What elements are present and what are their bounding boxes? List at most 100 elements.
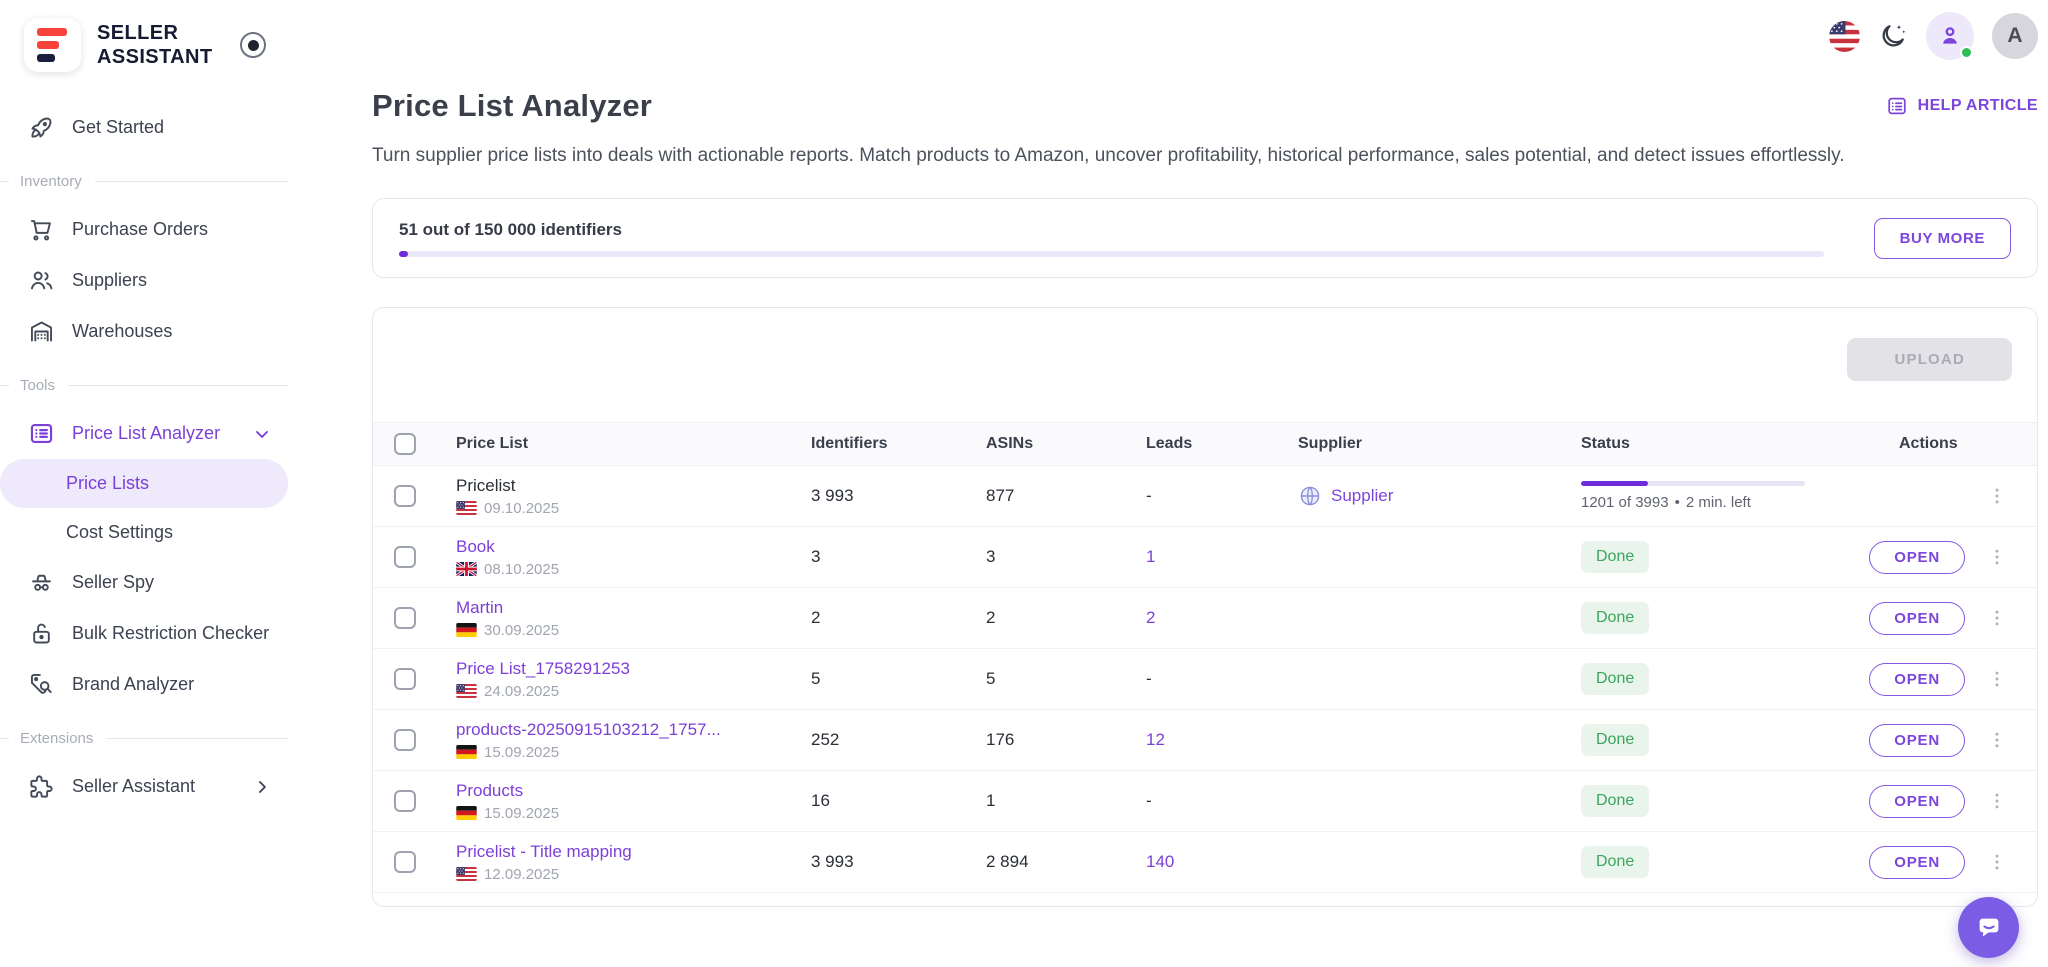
supplier-link[interactable]: Supplier (1331, 486, 1393, 506)
kebab-menu-icon[interactable] (1987, 849, 2007, 875)
help-article-link[interactable]: HELP ARTICLE (1886, 95, 2038, 117)
leads-value: - (1127, 486, 1279, 506)
asins-value: 1 (967, 791, 1127, 811)
row-checkbox[interactable] (394, 668, 416, 690)
status-badge: Done (1581, 663, 1649, 695)
sidebar-item-price-list-analyzer[interactable]: Price List Analyzer (0, 408, 288, 459)
account-button[interactable] (1926, 12, 1974, 60)
sidebar-item-label: Get Started (72, 117, 164, 138)
identifiers-value: 252 (792, 730, 967, 750)
collapse-sidebar-icon[interactable] (240, 32, 266, 58)
kebab-menu-icon[interactable] (1987, 788, 2007, 814)
person-icon (1937, 23, 1963, 49)
sidebar: SELLERASSISTANT Get Started Inventory Pu… (0, 0, 288, 967)
sidebar-item-label: Seller Spy (72, 572, 154, 593)
sidebar-item-label: Suppliers (72, 270, 147, 291)
open-button[interactable]: OPEN (1869, 602, 1965, 635)
asins-value: 3 (967, 547, 1127, 567)
sidebar-item-bulk-restriction-checker[interactable]: Bulk Restriction Checker (0, 608, 288, 659)
upload-button[interactable]: UPLOAD (1847, 338, 2012, 381)
page-title: Price List Analyzer (372, 88, 652, 124)
identifiers-value: 3 993 (792, 486, 967, 506)
sidebar-item-brand-analyzer[interactable]: Brand Analyzer (0, 659, 288, 710)
sidebar-item-label: Price Lists (66, 473, 149, 494)
status-badge: Done (1581, 785, 1649, 817)
price-list-name[interactable]: Martin (456, 598, 792, 618)
sidebar-item-label: Cost Settings (66, 522, 173, 543)
language-flag-icon[interactable] (1829, 21, 1860, 52)
sidebar-item-suppliers[interactable]: Suppliers (0, 255, 288, 306)
row-checkbox[interactable] (394, 729, 416, 751)
leads-link[interactable]: 1 (1146, 547, 1155, 566)
buy-more-button[interactable]: BUY MORE (1874, 218, 2011, 259)
price-list-date: 12.09.2025 (484, 866, 559, 883)
price-list-name[interactable]: products-20250915103212_1757... (456, 720, 792, 740)
leads-link[interactable]: 12 (1146, 730, 1165, 749)
sidebar-item-label: Bulk Restriction Checker (72, 623, 269, 644)
kebab-menu-icon[interactable] (1987, 605, 2007, 631)
identifiers-value: 3 993 (792, 852, 967, 872)
open-button[interactable]: OPEN (1869, 724, 1965, 757)
price-list-name[interactable]: Products (456, 781, 792, 801)
sidebar-item-purchase-orders[interactable]: Purchase Orders (0, 204, 288, 255)
brand: SELLERASSISTANT (0, 14, 288, 76)
price-list-name[interactable]: Pricelist - Title mapping (456, 842, 792, 862)
chevron-down-icon (252, 424, 272, 444)
kebab-menu-icon[interactable] (1987, 727, 2007, 753)
sidebar-item-price-lists[interactable]: Price Lists (0, 459, 288, 508)
row-checkbox[interactable] (394, 790, 416, 812)
price-list-date: 30.09.2025 (484, 622, 559, 639)
open-button[interactable]: OPEN (1869, 663, 1965, 696)
sidebar-item-seller-spy[interactable]: Seller Spy (0, 557, 288, 608)
asins-value: 877 (967, 486, 1127, 506)
table-toolbar: UPLOAD (373, 308, 2037, 422)
leads-value: - (1127, 669, 1279, 689)
people-icon (28, 267, 55, 294)
open-button[interactable]: OPEN (1869, 785, 1965, 818)
column-header-identifiers: Identifiers (792, 435, 967, 453)
quota-progress-fill (399, 251, 408, 257)
leads-link[interactable]: 2 (1146, 608, 1155, 627)
sidebar-item-label: Warehouses (72, 321, 172, 342)
kebab-menu-icon[interactable] (1987, 544, 2007, 570)
kebab-menu-icon[interactable] (1987, 483, 2007, 509)
sidebar-item-label: Price List Analyzer (72, 423, 220, 444)
marketplace-flag-icon (456, 623, 477, 637)
sidebar-item-warehouses[interactable]: Warehouses (0, 306, 288, 357)
globe-icon (1298, 484, 1322, 508)
price-list-name[interactable]: Price List_1758291253 (456, 659, 792, 679)
kebab-menu-icon[interactable] (1987, 666, 2007, 692)
warehouse-icon (28, 318, 55, 345)
quota-label: 51 out of 150 000 identifiers (399, 220, 1824, 240)
sidebar-item-seller-assistant-extension[interactable]: Seller Assistant (0, 761, 288, 812)
open-button[interactable]: OPEN (1869, 846, 1965, 879)
open-button[interactable]: OPEN (1869, 541, 1965, 574)
row-checkbox[interactable] (394, 485, 416, 507)
row-checkbox[interactable] (394, 546, 416, 568)
price-list-name[interactable]: Book (456, 537, 792, 557)
column-header-actions: Actions (1852, 435, 2037, 453)
price-list-name[interactable]: Pricelist (456, 476, 792, 496)
dark-mode-moon-icon[interactable] (1878, 21, 1908, 51)
chevron-right-icon (252, 777, 272, 797)
status-badge: Done (1581, 602, 1649, 634)
table-row: Martin 30.09.2025 2 2 2 Done OPEN (373, 588, 2037, 649)
spy-icon (28, 569, 55, 596)
column-header-status: Status (1562, 435, 1852, 453)
sidebar-item-get-started[interactable]: Get Started (0, 102, 288, 153)
leads-link[interactable]: 140 (1146, 852, 1174, 871)
online-status-dot (1960, 46, 1973, 59)
lock-open-icon (28, 620, 55, 647)
cart-icon (28, 216, 55, 243)
sidebar-item-cost-settings[interactable]: Cost Settings (0, 508, 288, 557)
main-content: A Price List Analyzer HELP ARTICLE Turn … (288, 0, 2048, 967)
row-checkbox[interactable] (394, 851, 416, 873)
user-avatar[interactable]: A (1992, 13, 2038, 59)
marketplace-flag-icon (456, 867, 477, 881)
page-header: Price List Analyzer HELP ARTICLE (372, 88, 2038, 124)
identifiers-value: 5 (792, 669, 967, 689)
select-all-checkbox[interactable] (394, 433, 416, 455)
row-checkbox[interactable] (394, 607, 416, 629)
chat-widget-button[interactable] (1958, 897, 2019, 958)
table-header-row: Price List Identifiers ASINs Leads Suppl… (373, 422, 2037, 466)
